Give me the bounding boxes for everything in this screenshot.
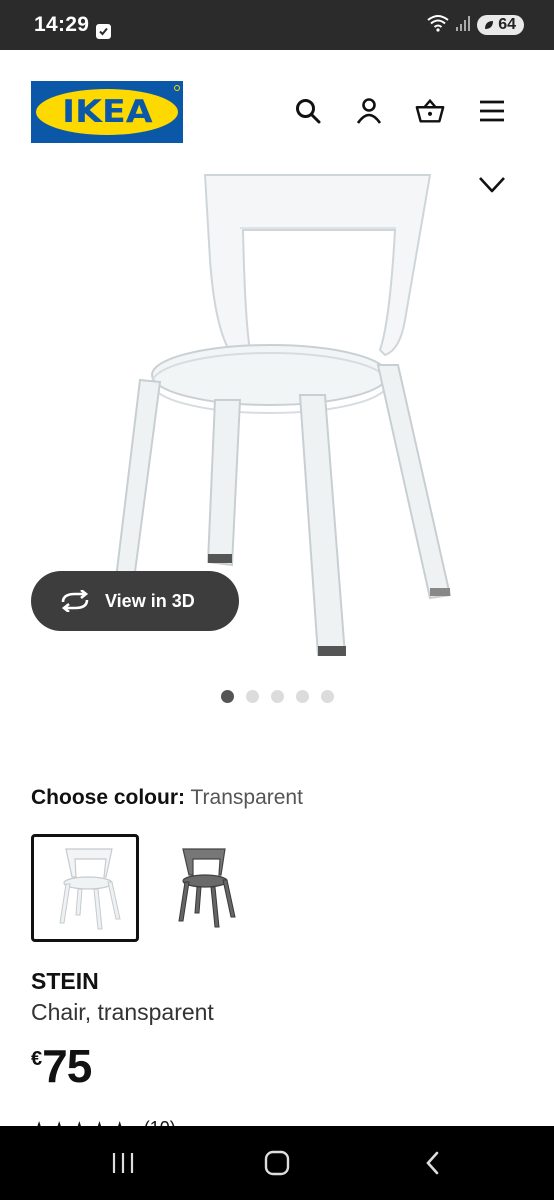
colour-label: Choose colour: Transparent (31, 786, 303, 810)
battery-icon: 64 (477, 15, 524, 35)
gallery-dot[interactable] (246, 690, 259, 703)
menu-icon[interactable] (477, 96, 507, 126)
account-icon[interactable] (354, 96, 384, 126)
selected-colour-value: Transparent (190, 786, 303, 809)
view-in-3d-label: View in 3D (105, 590, 195, 611)
colour-swatch-transparent[interactable] (31, 834, 139, 942)
registered-mark (174, 85, 180, 91)
rotate-3d-icon (59, 588, 91, 614)
colour-swatch-grey[interactable] (150, 834, 258, 942)
status-icons: 64 (427, 14, 524, 36)
status-time: 14:29 (34, 13, 90, 36)
signal-icon (455, 14, 471, 37)
site-header: IKEA (0, 50, 554, 170)
wifi-icon (427, 14, 449, 37)
basket-icon[interactable] (415, 96, 445, 126)
gallery-pagination (221, 690, 334, 703)
heart-icon[interactable] (476, 168, 508, 196)
view-in-3d-button[interactable]: View in 3D (31, 571, 239, 631)
product-price: € 75 (31, 1040, 92, 1092)
status-bar: 14:29 64 (0, 0, 554, 50)
price-value: 75 (42, 1040, 92, 1092)
back-icon[interactable] (416, 1148, 450, 1178)
home-icon[interactable] (260, 1148, 294, 1178)
search-icon[interactable] (293, 96, 323, 126)
swatch-chair-grey (178, 848, 236, 928)
gallery-dot[interactable] (221, 690, 234, 703)
gallery-dot[interactable] (321, 690, 334, 703)
system-nav-bar (0, 1126, 554, 1200)
ikea-logo[interactable]: IKEA (31, 81, 183, 143)
product-description: Chair, transparent (31, 999, 214, 1025)
gallery-dot[interactable] (296, 690, 309, 703)
gallery-dot[interactable] (271, 690, 284, 703)
choose-colour-label: Choose colour: (31, 786, 186, 809)
price-currency: € (31, 1048, 43, 1070)
check-notification-icon (96, 24, 111, 39)
battery-level: 64 (498, 16, 516, 33)
recent-apps-icon[interactable] (106, 1148, 140, 1178)
swatch-chair-transparent (59, 848, 121, 930)
logo-text: IKEA (61, 94, 153, 130)
product-name: STEIN (31, 968, 99, 994)
logo-oval: IKEA (36, 89, 178, 135)
